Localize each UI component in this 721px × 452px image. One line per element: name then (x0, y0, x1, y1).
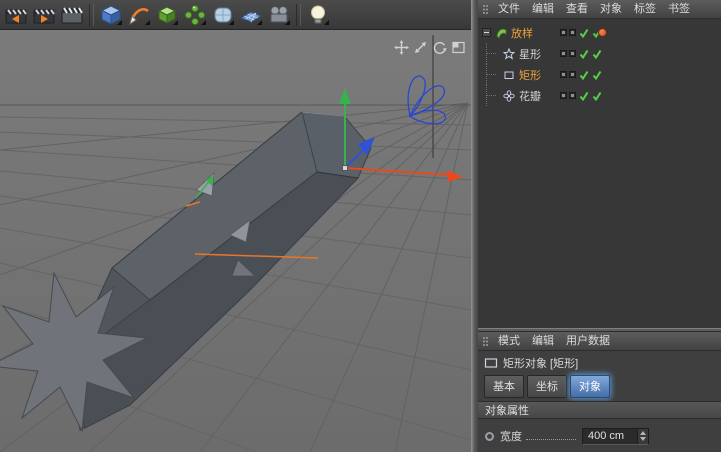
section-header: 对象属性 (478, 401, 721, 419)
rotate-icon[interactable] (431, 39, 447, 55)
star-spline-icon (502, 47, 516, 61)
visibility-toggle[interactable] (560, 92, 567, 99)
light-icon[interactable] (304, 1, 332, 29)
rectangle-object-icon (484, 357, 498, 369)
rectangle-spline-icon (502, 68, 516, 82)
tab-object[interactable]: 对象 (570, 375, 610, 398)
visibility-toggle[interactable] (560, 71, 567, 78)
zoom-icon[interactable] (412, 39, 428, 55)
application-window: 时间间隔：4000 文件 编辑 查看 对象 标签 书签 放样 (0, 0, 721, 452)
pan-icon[interactable] (393, 39, 409, 55)
am-menu-mode[interactable]: 模式 (492, 332, 526, 350)
vertical-splitter[interactable] (471, 0, 478, 452)
property-row-width: 宽度 400 cm (478, 424, 721, 448)
floor-plane-icon[interactable] (237, 1, 265, 29)
property-label: 宽度 (500, 428, 522, 444)
width-input[interactable]: 400 cm (582, 428, 649, 445)
attribute-tabs: 基本 坐标 对象 (484, 375, 610, 398)
enable-check-icon[interactable] (579, 91, 589, 101)
visibility-toggle[interactable] (560, 29, 567, 36)
subdivision-surface-icon[interactable] (209, 1, 237, 29)
panel-grip-icon[interactable] (482, 4, 489, 15)
tag-icon[interactable] (598, 28, 607, 37)
section-header-label: 对象属性 (485, 402, 529, 418)
enable-check-icon[interactable] (592, 70, 602, 80)
render-settings-icon[interactable] (58, 1, 86, 29)
spin-up-icon[interactable] (640, 431, 646, 435)
enable-check-icon[interactable] (592, 49, 602, 59)
enable-check-icon[interactable] (579, 70, 589, 80)
om-menu-file[interactable]: 文件 (492, 0, 526, 18)
visibility-toggle[interactable] (569, 71, 576, 78)
object-row-star[interactable]: 星形 (478, 43, 721, 64)
am-menu-edit[interactable]: 编辑 (526, 332, 560, 350)
object-label: 放样 (511, 25, 533, 41)
tree-branch (486, 43, 499, 64)
visibility-toggle[interactable] (569, 50, 576, 57)
flower-spline-icon (502, 89, 516, 103)
array-generator-icon[interactable] (181, 1, 209, 29)
object-row-loft[interactable]: 放样 (478, 22, 721, 43)
main-toolbar (0, 0, 471, 30)
camera-icon[interactable] (265, 1, 293, 29)
om-menu-tags[interactable]: 标签 (628, 0, 662, 18)
keyframe-circle-icon[interactable] (485, 432, 494, 441)
cube-primitive-icon[interactable] (97, 1, 125, 29)
enable-check-icon[interactable] (579, 49, 589, 59)
object-hierarchy: 放样 星形 (478, 19, 721, 328)
visibility-toggle[interactable] (569, 92, 576, 99)
object-label: 星形 (519, 46, 541, 62)
toggle-view-icon[interactable] (450, 39, 466, 55)
object-row-rectangle[interactable]: 矩形 (478, 64, 721, 85)
tree-branch (486, 85, 499, 106)
om-menu-view[interactable]: 查看 (560, 0, 594, 18)
am-menu-userdata[interactable]: 用户数据 (560, 332, 616, 350)
om-menu-edit[interactable]: 编辑 (526, 0, 560, 18)
loft-generator-icon (494, 26, 508, 40)
object-label: 矩形 (519, 67, 541, 83)
tab-basic[interactable]: 基本 (484, 375, 524, 398)
tree-branch (486, 64, 499, 85)
value-spinner[interactable] (637, 429, 648, 444)
scene-canvas (0, 30, 471, 452)
visibility-toggle[interactable] (560, 50, 567, 57)
attribute-title-row: 矩形对象 [矩形] (484, 354, 578, 372)
attribute-manager-menubar: 模式 编辑 用户数据 (478, 332, 721, 351)
enable-check-icon[interactable] (592, 91, 602, 101)
collapse-icon[interactable] (482, 28, 491, 37)
viewport-nav-bar (393, 39, 466, 55)
attribute-object-title: 矩形对象 [矩形] (503, 355, 578, 371)
spline-pen-icon[interactable] (125, 1, 153, 29)
visibility-toggle[interactable] (569, 29, 576, 36)
extrude-generator-icon[interactable] (153, 1, 181, 29)
width-value[interactable]: 400 cm (583, 430, 637, 442)
object-row-flower[interactable]: 花瓣 (478, 85, 721, 106)
panel-grip-icon[interactable] (482, 336, 489, 347)
om-menu-bookmarks[interactable]: 书签 (662, 0, 696, 18)
object-label: 花瓣 (519, 88, 541, 104)
object-manager-menubar: 文件 编辑 查看 对象 标签 书签 (478, 0, 721, 19)
right-panel: 文件 编辑 查看 对象 标签 书签 放样 (478, 0, 721, 452)
toolbar-separator (296, 4, 301, 26)
leader-dots (526, 432, 576, 440)
spin-down-icon[interactable] (640, 437, 646, 441)
tab-coordinates[interactable]: 坐标 (527, 375, 567, 398)
render-active-view-icon[interactable] (30, 1, 58, 29)
render-picture-viewer-icon[interactable] (2, 1, 30, 29)
enable-check-icon[interactable] (579, 28, 589, 38)
viewport-3d[interactable]: 时间间隔：4000 (0, 30, 471, 452)
om-menu-object[interactable]: 对象 (594, 0, 628, 18)
attribute-manager: 矩形对象 [矩形] 基本 坐标 对象 对象属性 宽度 400 cm (478, 351, 721, 452)
toolbar-separator (89, 4, 94, 26)
